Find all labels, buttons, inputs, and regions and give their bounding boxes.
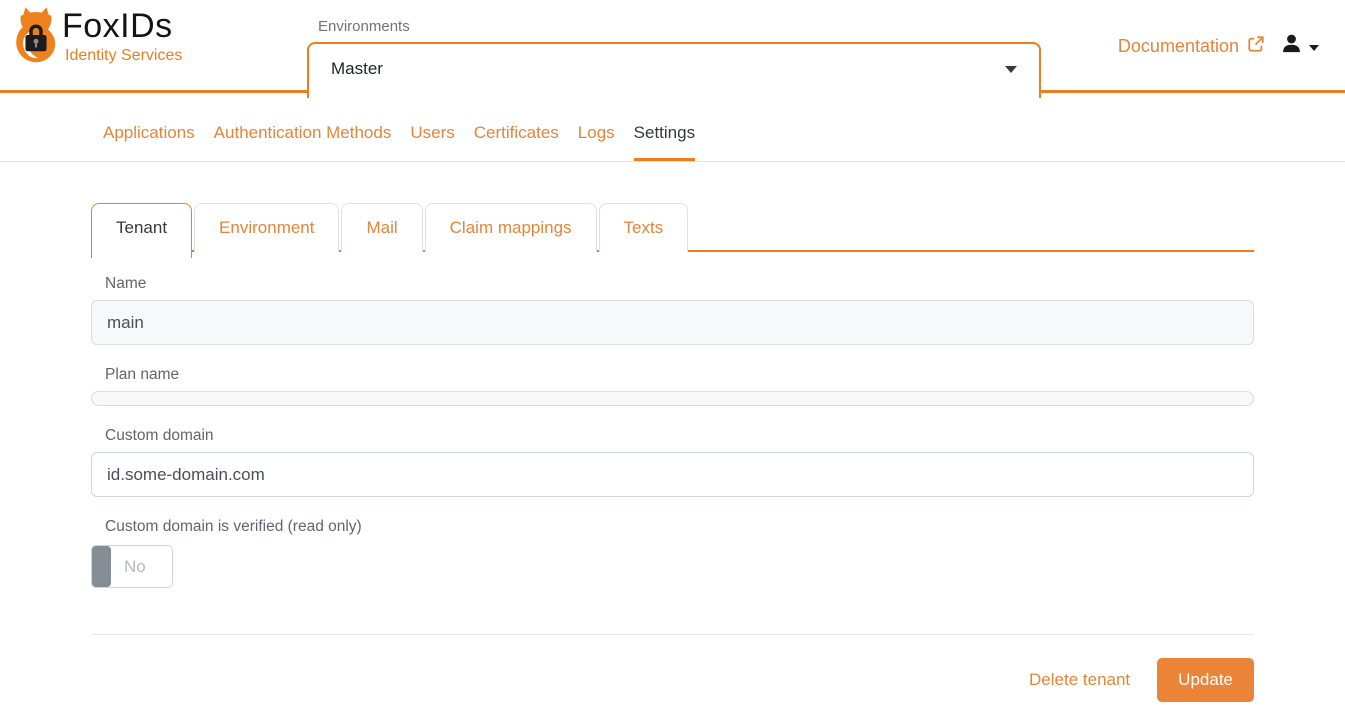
custom-domain-input[interactable] (91, 452, 1254, 497)
custom-domain-field-group: Custom domain (91, 427, 1254, 497)
custom-domain-label: Custom domain (105, 427, 1254, 445)
fox-lock-icon (13, 6, 59, 69)
settings-page: Tenant Environment Mail Claim mappings T… (91, 203, 1254, 702)
verified-field-group: Custom domain is verified (read only) No (91, 518, 1254, 588)
environment-select[interactable]: Master (307, 42, 1041, 98)
person-icon (1280, 32, 1303, 60)
toggle-handle (92, 546, 111, 587)
tab-texts[interactable]: Texts (599, 203, 689, 252)
brand-logo[interactable]: FoxIDs Identity Services (13, 6, 182, 69)
plan-name-label: Plan name (105, 366, 1254, 384)
plan-name-input[interactable] (91, 391, 1254, 406)
brand-tagline: Identity Services (65, 47, 182, 65)
tab-claim-mappings[interactable]: Claim mappings (425, 203, 597, 252)
nav-item-settings[interactable]: Settings (634, 120, 695, 161)
form-actions: Delete tenant Update (91, 658, 1254, 702)
app-header: FoxIDs Identity Services Environments Ma… (0, 0, 1345, 93)
header-actions: Documentation (1118, 32, 1319, 60)
toggle-state-text: No (124, 557, 146, 577)
custom-domain-verified-toggle[interactable]: No (91, 545, 173, 588)
name-input[interactable] (91, 300, 1254, 345)
environments-label: Environments (318, 18, 410, 35)
user-menu[interactable] (1280, 32, 1319, 60)
custom-domain-verified-label: Custom domain is verified (read only) (105, 518, 1254, 536)
update-button[interactable]: Update (1157, 658, 1254, 702)
delete-tenant-link[interactable]: Delete tenant (1029, 670, 1130, 690)
name-label: Name (105, 275, 1254, 293)
environment-selected-value: Master (331, 59, 383, 79)
nav-item-certificates[interactable]: Certificates (474, 120, 559, 161)
documentation-link[interactable]: Documentation (1118, 35, 1265, 58)
nav-item-authentication-methods[interactable]: Authentication Methods (214, 120, 392, 161)
tenant-form: Name Plan name Custom domain Custom doma… (91, 275, 1254, 588)
documentation-label: Documentation (1118, 36, 1239, 57)
nav-item-users[interactable]: Users (410, 120, 454, 161)
plan-field-group: Plan name (91, 366, 1254, 406)
settings-tabbar: Tenant Environment Mail Claim mappings T… (91, 203, 1254, 252)
chevron-down-icon (1309, 45, 1319, 51)
tab-environment[interactable]: Environment (194, 203, 339, 252)
main-nav: Applications Authentication Methods User… (0, 93, 1345, 162)
brand-name: FoxIDs (62, 6, 182, 46)
chevron-down-icon (1005, 66, 1017, 73)
name-field-group: Name (91, 275, 1254, 345)
external-link-icon (1247, 35, 1265, 58)
tab-tenant[interactable]: Tenant (91, 203, 192, 258)
nav-item-applications[interactable]: Applications (103, 120, 195, 161)
tab-mail[interactable]: Mail (341, 203, 422, 252)
nav-item-logs[interactable]: Logs (578, 120, 615, 161)
footer-divider (91, 634, 1254, 635)
